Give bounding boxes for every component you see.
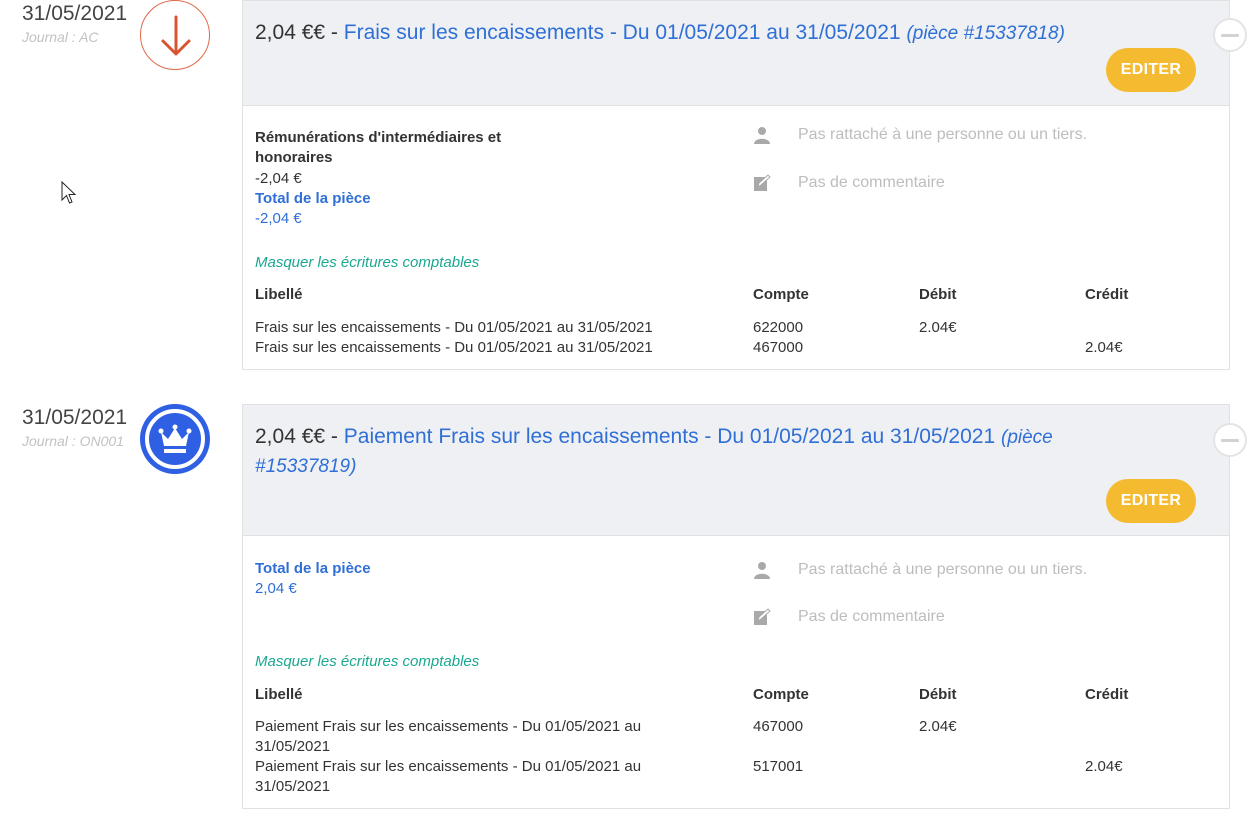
total-label: Total de la pièce <box>255 560 371 577</box>
toggle-entries-link[interactable]: Masquer les écritures comptables <box>255 254 479 271</box>
entry-date: 31/05/2021 <box>22 2 128 25</box>
minus-icon <box>1221 33 1239 37</box>
row-label: Frais sur les encaissements - Du 01/05/2… <box>255 339 653 356</box>
row-credit: 2.04€ <box>1085 758 1123 775</box>
column-header-label: Libellé <box>255 286 303 303</box>
column-header-credit: Crédit <box>1085 686 1129 703</box>
entry-amount: 2,04 €€ <box>255 21 326 44</box>
column-header-debit: Débit <box>919 686 957 703</box>
entry-title: 2,04 €€ - Frais sur les encaissements - … <box>255 19 1135 48</box>
entry-card: 2,04 €€ - Paiement Frais sur les encaiss… <box>242 404 1230 809</box>
row-label: Paiement Frais sur les encaissements - D… <box>255 718 642 755</box>
edit-button[interactable]: EDITER <box>1106 479 1196 523</box>
person-link[interactable]: Pas rattaché à une personne ou un tiers. <box>753 126 1087 144</box>
entry-title-link[interactable]: Frais sur les encaissements - Du 01/05/2… <box>344 21 901 44</box>
person-text: Pas rattaché à une personne ou un tiers. <box>798 126 1088 143</box>
person-icon <box>753 561 771 579</box>
total-value: 2,04 € <box>255 580 297 597</box>
column-header-account: Compte <box>753 686 809 703</box>
journal-code: Journal : ON001 <box>22 433 124 449</box>
account-name: Rémunérations d'intermédiaires et honora… <box>255 129 502 166</box>
entry-card: 2,04 €€ - Frais sur les encaissements - … <box>242 0 1230 370</box>
ledger-entry: 31/05/2021 Journal : ON001 2,04 €€ - Pai… <box>0 404 1247 809</box>
comment-text: Pas de commentaire <box>798 608 945 625</box>
entry-header: 2,04 €€ - Paiement Frais sur les encaiss… <box>243 405 1229 536</box>
row-label: Paiement Frais sur les encaissements - D… <box>255 758 642 795</box>
person-icon <box>753 126 771 144</box>
column-header-label: Libellé <box>255 686 303 703</box>
row-account: 467000 <box>753 718 804 735</box>
collapse-button[interactable] <box>1213 423 1247 457</box>
row-account: 622000 <box>753 319 804 336</box>
title-separator: - <box>330 425 338 448</box>
row-account: 467000 <box>753 339 804 356</box>
person-link[interactable]: Pas rattaché à une personne ou un tiers. <box>753 561 1087 579</box>
comment-link[interactable]: Pas de commentaire <box>753 174 945 192</box>
arrow-down-icon <box>140 0 210 70</box>
row-debit: 2.04€ <box>919 319 957 336</box>
entry-header: 2,04 €€ - Frais sur les encaissements - … <box>243 1 1229 106</box>
total-label: Total de la pièce <box>255 190 371 207</box>
edit-note-icon <box>753 174 771 192</box>
journal-code: Journal : AC <box>22 29 99 45</box>
entry-amount: 2,04 €€ <box>255 425 326 448</box>
row-credit: 2.04€ <box>1085 339 1123 356</box>
column-header-credit: Crédit <box>1085 286 1129 303</box>
title-separator: - <box>330 21 338 44</box>
mouse-cursor-icon <box>61 180 77 205</box>
comment-link[interactable]: Pas de commentaire <box>753 608 945 626</box>
account-amount: -2,04 € <box>255 170 302 187</box>
edit-note-icon <box>753 608 771 626</box>
row-account: 517001 <box>753 758 804 775</box>
entry-title-link[interactable]: Paiement Frais sur les encaissements - D… <box>344 425 995 448</box>
piece-number: (pièce #15337818) <box>906 23 1065 44</box>
comment-text: Pas de commentaire <box>798 174 945 191</box>
row-label: Frais sur les encaissements - Du 01/05/2… <box>255 319 653 336</box>
total-value: -2,04 € <box>255 210 302 227</box>
minus-icon <box>1221 438 1239 442</box>
entry-date: 31/05/2021 <box>22 406 128 429</box>
collapse-button[interactable] <box>1213 18 1247 52</box>
person-text: Pas rattaché à une personne ou un tiers. <box>798 561 1088 578</box>
column-header-account: Compte <box>753 286 809 303</box>
edit-button[interactable]: EDITER <box>1106 48 1196 92</box>
entry-title: 2,04 €€ - Paiement Frais sur les encaiss… <box>255 423 1135 481</box>
ledger-entry: 31/05/2021 Journal : AC 2,04 €€ - Frais … <box>0 0 1247 370</box>
crown-icon <box>140 404 210 474</box>
row-debit: 2.04€ <box>919 718 957 735</box>
column-header-debit: Débit <box>919 286 957 303</box>
toggle-entries-link[interactable]: Masquer les écritures comptables <box>255 653 479 670</box>
